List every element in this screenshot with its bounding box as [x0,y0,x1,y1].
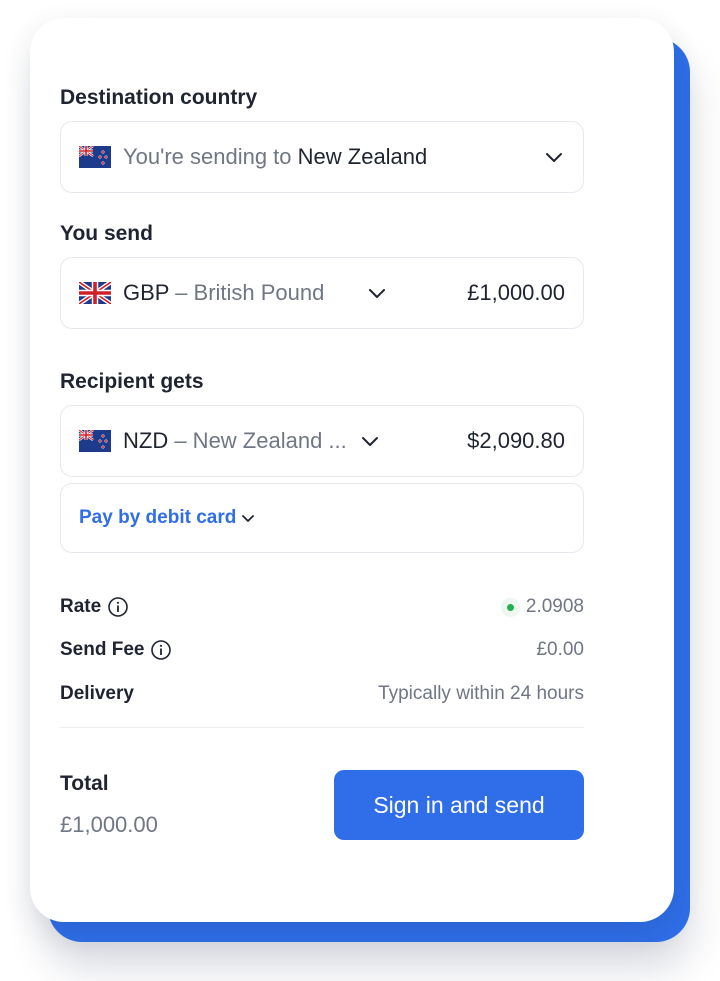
info-icon[interactable] [107,596,129,618]
delivery-row: Delivery Typically within 24 hours [60,683,584,705]
destination-country: New Zealand [297,144,428,169]
total-label: Total [60,772,109,795]
live-status-dot [506,603,514,611]
sign-in-and-send-button[interactable]: Sign in and send [334,770,584,840]
rate-label: Rate [60,596,102,617]
payment-method-box: Pay by debit card [60,483,584,553]
rate-label-group: Rate [60,596,129,618]
fee-label: Send Fee [60,639,145,660]
uk-flag-icon [79,282,111,304]
rate-value: 2.0908 [525,596,584,617]
you-send-field: GBP – British Pound £1,000.00 [60,257,584,329]
receive-currency-code: NZD [123,428,169,453]
payment-method-dropdown[interactable]: Pay by debit card [79,507,256,529]
send-amount-input[interactable]: £1,000.00 [467,280,565,306]
send-currency-select[interactable]: GBP – British Pound [123,280,324,306]
destination-prefix: You're sending to [123,144,298,169]
destination-select[interactable]: You're sending to New Zealand [60,121,584,193]
recipient-gets-label: Recipient gets [60,370,204,393]
recipient-gets-field: NZD – New Zealand ... $2,090.80 [60,405,584,477]
chevron-down-icon [546,153,562,162]
chevron-down-icon[interactable] [366,282,388,304]
stage: Destination country You're sending to Ne… [0,0,720,981]
chevron-down-icon[interactable] [359,430,381,452]
receive-currency-select[interactable]: NZD – New Zealand ... [123,428,347,454]
total-value: £1,000.00 [60,812,158,837]
divider [60,727,584,728]
nz-flag-icon [79,146,111,168]
payment-method-label: Pay by debit card [79,507,237,528]
send-currency-name: – British Pound [169,280,325,305]
destination-text: You're sending to New Zealand [123,144,427,170]
send-currency-code: GBP [123,280,170,305]
delivery-value: Typically within 24 hours [378,683,584,704]
fee-label-group: Send Fee [60,639,172,661]
nz-flag-icon [79,430,111,452]
delivery-label: Delivery [60,683,134,704]
info-icon[interactable] [150,639,172,661]
fee-row: Send Fee £0.00 [60,639,584,661]
rate-row: Rate 2.0908 [60,596,584,618]
you-send-label: You send [60,222,153,245]
fee-value: £0.00 [536,639,584,660]
rate-value-group: 2.0908 [506,596,584,618]
receive-amount-input[interactable]: $2,090.80 [467,428,565,454]
chevron-down-icon [242,515,255,522]
receive-currency-name: – New Zealand ... [168,428,347,453]
destination-label: Destination country [60,86,258,109]
